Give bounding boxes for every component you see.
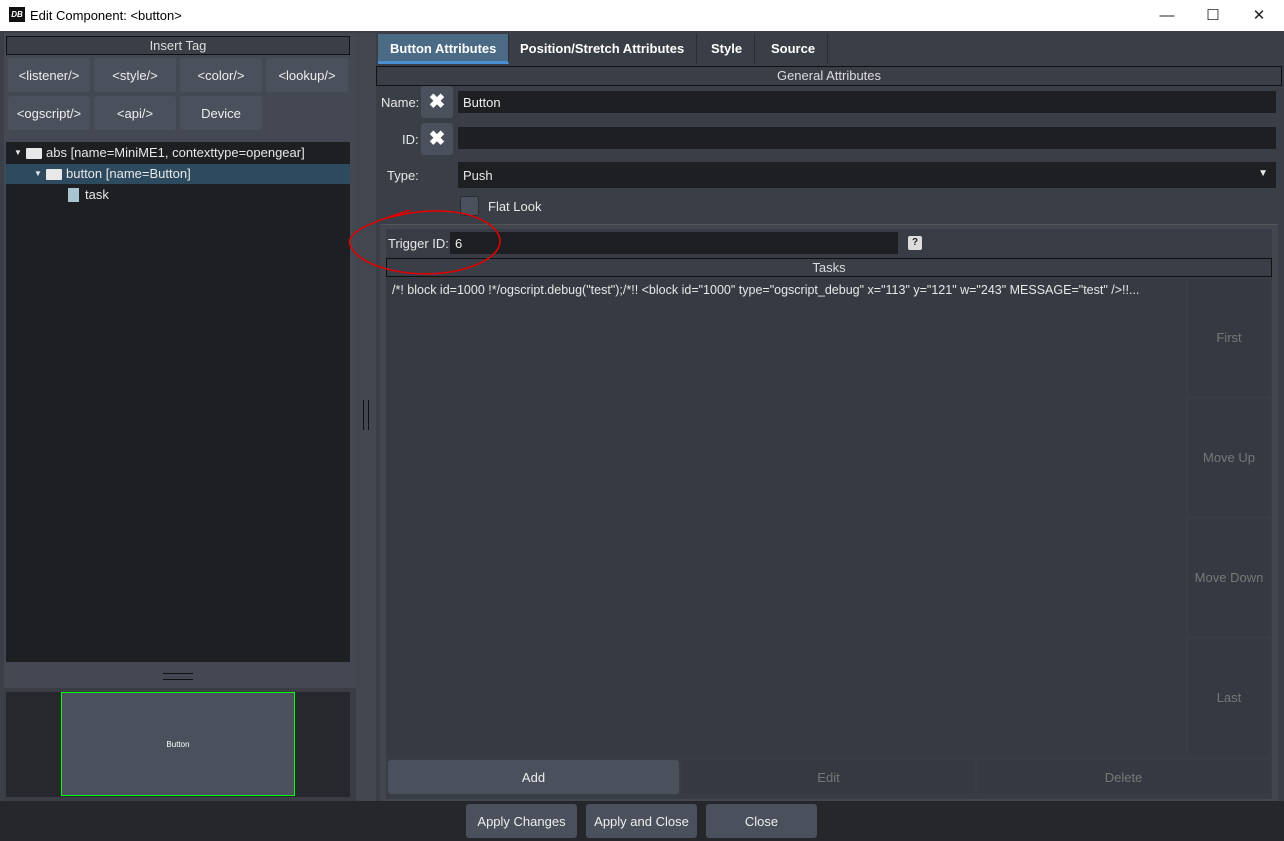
type-select[interactable]: Push ▼ <box>458 162 1276 188</box>
insert-api-button[interactable]: <api/> <box>94 96 176 130</box>
component-tree: ▼ abs [name=MiniME1, contexttype=opengea… <box>6 142 350 662</box>
help-icon[interactable]: ? <box>908 236 922 250</box>
title-bar: DB Edit Component: <button> — ☐ ✕ <box>0 0 1284 31</box>
horizontal-splitter-handle[interactable] <box>163 673 193 680</box>
tree-item-label: abs [name=MiniME1, contexttype=opengear] <box>46 145 305 160</box>
id-input[interactable] <box>458 127 1276 149</box>
type-value: Push <box>463 168 493 183</box>
insert-style-button[interactable]: <style/> <box>94 58 176 92</box>
tree-item-task[interactable]: task <box>6 185 350 205</box>
apply-changes-button[interactable]: Apply Changes <box>466 804 577 838</box>
apply-and-close-button[interactable]: Apply and Close <box>586 804 697 838</box>
expand-arrow-icon[interactable]: ▼ <box>14 143 22 163</box>
id-label: ID: <box>402 132 419 147</box>
tree-item-button[interactable]: ▼ button [name=Button] <box>6 164 350 184</box>
tasks-list: /*! block id=1000 !*/ogscript.debug("tes… <box>386 278 1186 756</box>
expand-arrow-icon[interactable]: ▼ <box>34 164 42 184</box>
insert-lookup-button[interactable]: <lookup/> <box>266 58 348 92</box>
clear-id-button[interactable]: ✖ <box>421 123 453 155</box>
last-button[interactable]: Last <box>1188 639 1270 756</box>
move-up-button[interactable]: Move Up <box>1188 399 1270 516</box>
insert-ogscript-button[interactable]: <ogscript/> <box>8 96 90 130</box>
tab-style[interactable]: Style <box>699 34 756 64</box>
insert-color-button[interactable]: <color/> <box>180 58 262 92</box>
minimize-button[interactable]: — <box>1144 0 1190 31</box>
clear-name-button[interactable]: ✖ <box>421 86 453 118</box>
first-button[interactable]: First <box>1188 279 1270 396</box>
folder-open-icon <box>46 169 62 180</box>
file-icon <box>68 188 79 202</box>
name-label: Name: <box>381 95 420 110</box>
vertical-splitter-handle[interactable] <box>363 400 369 430</box>
edit-task-button[interactable]: Edit <box>683 760 974 794</box>
close-button[interactable]: Close <box>706 804 817 838</box>
app-logo-icon: DB <box>9 7 25 22</box>
tree-item-label: task <box>85 187 109 202</box>
window-title: Edit Component: <button> <box>30 8 182 23</box>
preview-button[interactable]: Button <box>61 692 295 796</box>
general-attributes-header: General Attributes <box>376 66 1282 86</box>
delete-task-button[interactable]: Delete <box>978 760 1269 794</box>
chevron-down-icon: ▼ <box>1258 168 1268 179</box>
folder-open-icon <box>26 148 42 159</box>
insert-device-button[interactable]: Device <box>180 96 262 130</box>
tab-button-attributes[interactable]: Button Attributes <box>378 34 510 64</box>
insert-listener-button[interactable]: <listener/> <box>8 58 90 92</box>
red-annotation-circle <box>348 209 501 275</box>
tree-item-abs[interactable]: ▼ abs [name=MiniME1, contexttype=opengea… <box>6 143 350 163</box>
name-input[interactable] <box>458 91 1276 113</box>
maximize-button[interactable]: ☐ <box>1190 0 1236 31</box>
add-task-button[interactable]: Add <box>388 760 679 794</box>
insert-tag-header: Insert Tag <box>6 36 350 55</box>
tab-source[interactable]: Source <box>759 34 829 64</box>
move-down-button[interactable]: Move Down <box>1188 519 1270 636</box>
close-window-button[interactable]: ✕ <box>1236 0 1282 31</box>
tree-item-label: button [name=Button] <box>66 166 191 181</box>
type-label: Type: <box>387 168 419 183</box>
tab-position-stretch[interactable]: Position/Stretch Attributes <box>508 34 698 64</box>
